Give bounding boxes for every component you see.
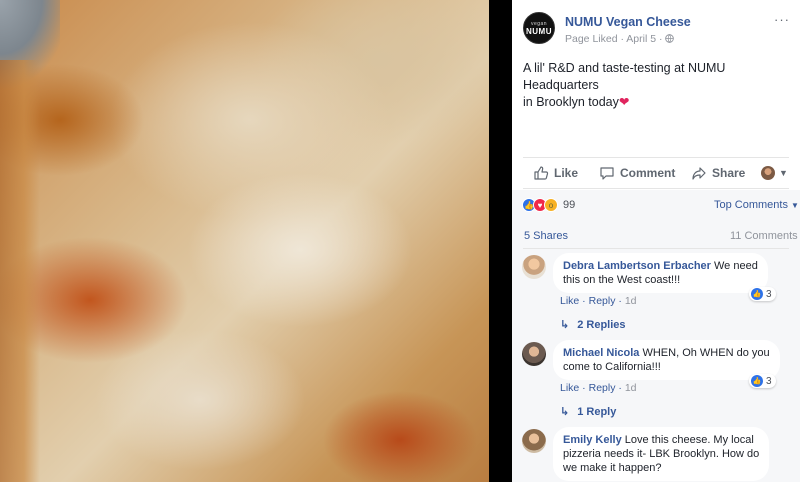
post-text: A lil' R&D and taste-testing at NUMU Hea… [523, 60, 793, 111]
avatar-text: NUMU [526, 26, 552, 36]
reactions-summary[interactable]: 👍 ♥ o 99 [522, 198, 575, 212]
commenter-name[interactable]: Emily Kelly [563, 434, 622, 446]
like-reaction-icon: 👍 [751, 375, 763, 387]
comment-text: We need [710, 260, 758, 272]
like-label: Like [554, 166, 579, 180]
post-meta: Page Liked · April 5 · [565, 33, 675, 45]
comment-bubble-icon [600, 167, 614, 180]
photo-viewer-background [489, 0, 512, 482]
comment-bubble: Emily Kelly Love this cheese. My local p… [553, 427, 770, 481]
pizza-crust [0, 60, 40, 482]
comment-text-line2: pizzeria needs it- LBK Brooklyn. How do [563, 448, 760, 460]
comment-bubble: Michael Nicola WHEN, Oh WHEN do you come… [553, 340, 780, 380]
shares-link[interactable]: 5 Shares [524, 230, 568, 242]
comment-bubble: Debra Lambertson Erbacher We need this o… [553, 253, 768, 293]
commenter-name[interactable]: Debra Lambertson Erbacher [563, 260, 711, 272]
post-header: vegan NUMU NUMU Vegan Cheese Page Liked … [512, 0, 800, 160]
reply-arrow-icon: ↳ [560, 406, 570, 418]
comment-text: Love this cheese. My local [621, 434, 754, 446]
comment-actions: Like · Reply · 1d [560, 382, 637, 394]
comment-count[interactable]: 11 Comments [730, 230, 798, 242]
share-arrow-icon [692, 167, 706, 180]
like-reaction-icon: 👍 [751, 288, 763, 300]
comment-time[interactable]: 1d [625, 382, 637, 394]
comment-text-line3: we make it happen? [563, 462, 662, 474]
comment-reaction-number: 3 [766, 288, 772, 300]
avatar-small-text: vegan [530, 20, 548, 27]
more-options-button[interactable]: ··· [774, 12, 790, 27]
heart-emoji-icon: ❤ [618, 95, 630, 109]
comment-reaction-number: 3 [766, 375, 772, 387]
comment-like-link[interactable]: Like [560, 382, 579, 394]
comment-reply-link[interactable]: Reply [589, 295, 616, 307]
replies-label: 2 Replies [577, 319, 626, 331]
post-action-bar: Like Comment Share ▼ [523, 157, 789, 189]
comment-button[interactable]: Comment [599, 158, 675, 188]
like-button[interactable]: Like [533, 158, 578, 188]
thumbs-up-icon [534, 166, 549, 180]
reaction-count: 99 [563, 199, 576, 211]
commenter-avatar[interactable] [522, 255, 546, 279]
wow-reaction-icon: o [544, 198, 558, 212]
commenter-name[interactable]: Michael Nicola [563, 347, 639, 359]
user-avatar [761, 166, 775, 180]
reply-arrow-icon: ↳ [560, 319, 570, 331]
comment-like-link[interactable]: Like [560, 295, 579, 307]
page-avatar[interactable]: vegan NUMU [523, 12, 555, 44]
comment-sort-dropdown[interactable]: Top Comments ▼ [714, 199, 799, 211]
view-replies-link[interactable]: ↳ 2 Replies [560, 318, 626, 331]
comments-section: 👍 ♥ o 99 Top Comments ▼ 5 Shares 11 Comme… [512, 190, 800, 482]
post-text-line2: in Brooklyn today [523, 95, 619, 109]
page-name-link[interactable]: NUMU Vegan Cheese [565, 15, 691, 29]
divider [523, 248, 789, 249]
comment-reaction-count[interactable]: 👍 3 [749, 374, 776, 388]
caret-down-icon: ▼ [779, 168, 788, 178]
post-text-line1: A lil' R&D and taste-testing at NUMU Hea… [523, 61, 726, 92]
replies-label: 1 Reply [577, 406, 617, 418]
post-side-panel: vegan NUMU NUMU Vegan Cheese Page Liked … [512, 0, 800, 482]
switch-identity-button[interactable]: ▼ [761, 158, 788, 188]
comment-text-line2: come to California!!! [563, 361, 661, 373]
post-photo[interactable] [0, 0, 510, 482]
caret-down-icon: ▼ [790, 201, 799, 210]
share-button[interactable]: Share [691, 158, 745, 188]
comment-text-line2: this on the West coast!!! [563, 274, 681, 286]
globe-icon [665, 34, 675, 43]
post-meta-text: Page Liked · April 5 · [565, 33, 666, 45]
share-label: Share [712, 166, 746, 180]
comment-time[interactable]: 1d [625, 295, 637, 307]
comment-sort-label: Top Comments [714, 199, 788, 211]
comment-text: WHEN, Oh WHEN do you [639, 347, 770, 359]
view-replies-link[interactable]: ↳ 1 Reply [560, 405, 616, 418]
commenter-avatar[interactable] [522, 429, 546, 453]
comment-reaction-count[interactable]: 👍 3 [749, 287, 776, 301]
commenter-avatar[interactable] [522, 342, 546, 366]
comment-label: Comment [620, 166, 676, 180]
comment-reply-link[interactable]: Reply [589, 382, 616, 394]
comment-actions: Like · Reply · 1d [560, 295, 637, 307]
